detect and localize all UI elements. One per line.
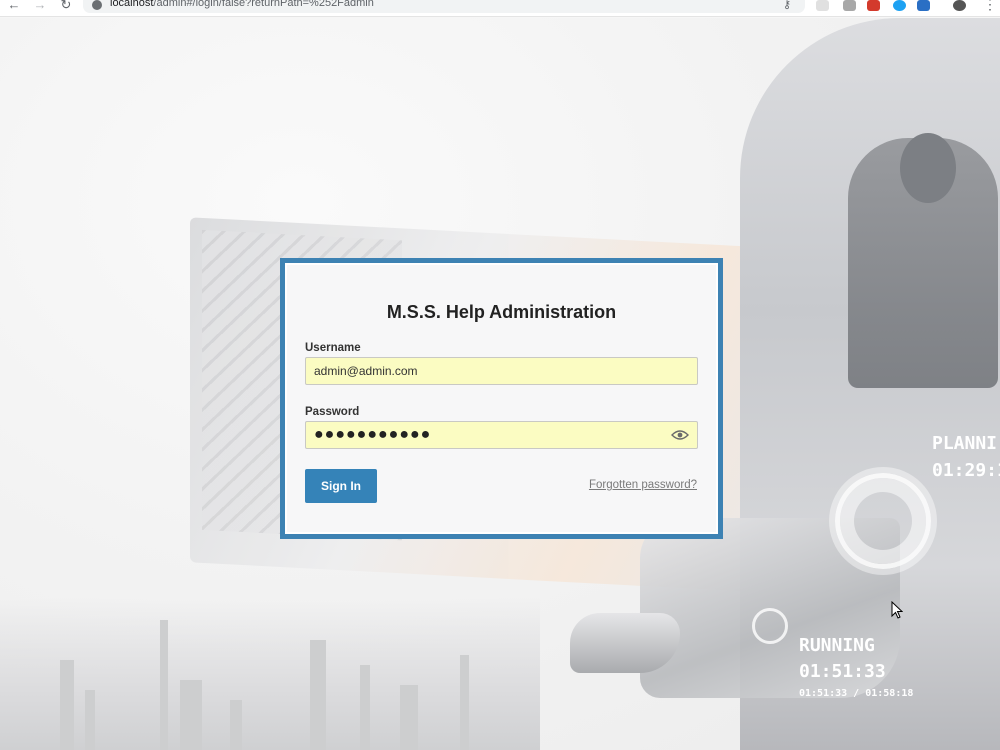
robot-tool-image bbox=[570, 613, 680, 673]
password-value: ●●●●●●●●●●● bbox=[314, 426, 432, 443]
login-form: M.S.S. Help Administration Username admi… bbox=[287, 265, 716, 532]
extension-icon-2[interactable] bbox=[843, 0, 856, 11]
businessman-head bbox=[900, 133, 956, 203]
back-arrow-icon[interactable]: ← bbox=[6, 0, 22, 12]
hud-running-sub: 01:51:33 / 01:58:18 bbox=[799, 688, 914, 699]
password-field[interactable]: ●●●●●●●●●●● bbox=[305, 421, 698, 449]
hud-planned-time: 01:29:1 bbox=[932, 460, 1000, 481]
gauge-ring-icon bbox=[835, 473, 931, 569]
forward-arrow-icon[interactable]: → bbox=[32, 0, 48, 12]
hud-running-label: RUNNING bbox=[799, 635, 875, 656]
browser-toolbar: ← → ↻ localhost/admin#/login/false?retur… bbox=[0, 0, 1000, 17]
hud-planned-label: PLANNI bbox=[932, 433, 998, 454]
page-title: M.S.S. Help Administration bbox=[386, 302, 617, 322]
sign-in-button[interactable]: Sign In bbox=[305, 469, 377, 503]
address-bar[interactable]: localhost/admin#/login/false?returnPath=… bbox=[83, 0, 805, 13]
key-icon[interactable]: ⚷ bbox=[783, 0, 791, 11]
menu-icon[interactable]: ⋮ bbox=[983, 0, 997, 13]
password-label: Password bbox=[305, 406, 360, 418]
small-gauge-ring-icon bbox=[752, 608, 788, 644]
username-value: admin@admin.com bbox=[314, 364, 418, 378]
extension-icon-3[interactable] bbox=[867, 0, 880, 11]
extension-icon-5[interactable] bbox=[917, 0, 930, 11]
reload-icon[interactable]: ↻ bbox=[58, 0, 74, 12]
hud-running-time: 01:51:33 bbox=[799, 661, 886, 682]
avatar[interactable] bbox=[953, 0, 966, 11]
eye-icon[interactable] bbox=[671, 430, 689, 440]
extension-icon-1[interactable] bbox=[816, 0, 829, 11]
username-field[interactable]: admin@admin.com bbox=[305, 357, 698, 385]
extension-icon-4[interactable] bbox=[893, 0, 906, 11]
site-info-icon[interactable] bbox=[92, 0, 102, 10]
url-text: localhost/admin#/login/false?returnPath=… bbox=[110, 0, 374, 9]
mouse-cursor-icon bbox=[891, 601, 903, 619]
city-skyline bbox=[0, 598, 540, 750]
login-panel: M.S.S. Help Administration Username admi… bbox=[280, 258, 723, 539]
forgot-password-link[interactable]: Forgotten password? bbox=[589, 479, 697, 491]
username-label: Username bbox=[305, 342, 361, 354]
